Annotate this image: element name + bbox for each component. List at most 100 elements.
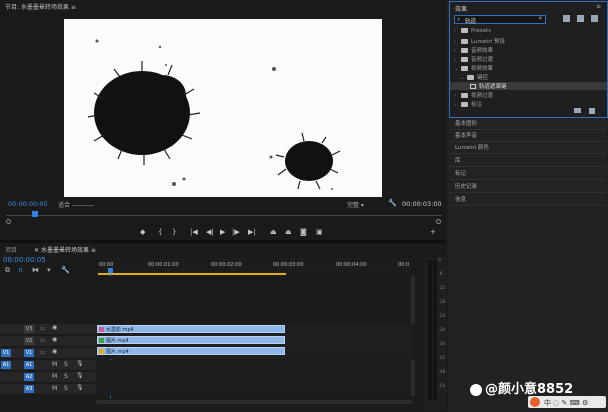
mute-button[interactable]: M — [52, 373, 57, 380]
solo-button[interactable]: S — [64, 385, 68, 392]
mute-button[interactable]: M — [52, 361, 57, 368]
linked-selection-icon[interactable]: ⧓ — [32, 266, 39, 274]
add-marker-icon[interactable]: ◆ — [140, 228, 145, 236]
audio-tracks-scrollbar[interactable] — [411, 360, 415, 396]
yuv-effects-icon[interactable] — [591, 15, 598, 22]
zoom-handle-left[interactable] — [6, 219, 11, 224]
sync-lock-icon[interactable]: ▭ — [40, 325, 46, 332]
lift-icon[interactable]: ⏏ — [270, 228, 277, 236]
mark-out-icon[interactable]: } — [172, 228, 176, 236]
track-label-a1[interactable]: A1 — [24, 361, 34, 369]
mic-icon[interactable]: 🎙 — [76, 372, 84, 379]
mark-in-icon[interactable]: { — [158, 228, 162, 236]
nest-icon[interactable]: ⧉ — [5, 266, 10, 275]
panel-menu-icon[interactable]: ≡ — [596, 3, 601, 10]
go-to-in-icon[interactable]: |◀ — [190, 228, 198, 236]
tree-item-presets[interactable]: › Presets — [450, 28, 607, 36]
clip-v2[interactable]: 图片.mp4 — [97, 336, 285, 344]
tree-item-video-effects[interactable]: ⌄ 视频效果 — [450, 64, 607, 72]
sync-lock-icon[interactable]: ▭ — [40, 349, 46, 356]
panel-libraries[interactable]: 库 — [449, 156, 606, 167]
track-header-v1[interactable]: V1 V1 ▭ ◉ — [0, 348, 96, 359]
track-label-a3[interactable]: A3 — [24, 385, 34, 393]
go-to-out-icon[interactable]: ▶| — [248, 228, 256, 236]
tree-item-track-matte-key[interactable]: 轨道遮罩键 — [450, 82, 607, 90]
monitor-playhead-timecode[interactable]: 00:00:00:05 — [8, 200, 48, 208]
track-header-a2[interactable]: A2 M S 🎙 — [0, 372, 96, 383]
clip-v3[interactable]: 水墨影.mp4 — [97, 325, 285, 333]
track-label-v1[interactable]: V1 — [24, 349, 34, 357]
solo-button[interactable]: S — [64, 361, 68, 368]
video-tracks-scrollbar[interactable] — [411, 276, 415, 324]
clear-search-icon[interactable]: ✕ — [538, 16, 543, 22]
timeline-settings-icon[interactable]: 🔧 — [61, 266, 70, 274]
panel-markers[interactable]: 标记 — [449, 169, 606, 180]
compare-icon[interactable]: ▣ — [316, 228, 323, 236]
tree-item-audio-effects[interactable]: › 音频效果 — [450, 46, 607, 54]
sync-lock-icon[interactable]: ▭ — [40, 337, 46, 344]
timeline-horizontal-scrollbar[interactable] — [96, 400, 412, 404]
panel-lumetri-color[interactable]: Lumetri 颜色 — [449, 143, 606, 154]
extract-icon[interactable]: ⏏ — [285, 228, 292, 236]
camera-icon[interactable]: ◙ — [300, 228, 307, 236]
mic-icon[interactable]: 🎙 — [76, 384, 84, 391]
play-icon[interactable]: ▶ — [220, 228, 225, 236]
panel-essential-graphics[interactable]: 基本图形 — [449, 119, 606, 130]
tab-project[interactable]: 项目 — [5, 245, 17, 254]
work-area-bar[interactable] — [98, 273, 286, 275]
tree-item-video-transitions[interactable]: › 视频过渡 — [450, 91, 607, 99]
32bit-effects-icon[interactable] — [577, 15, 584, 22]
track-label-v3[interactable]: V3 — [24, 325, 34, 333]
wrench-icon[interactable]: 🔧 — [388, 199, 397, 207]
track-header-v2[interactable]: V2 ▭ ◉ — [0, 336, 96, 347]
fit-dropdown[interactable]: 适合 — [58, 200, 94, 209]
clip-v1[interactable]: 图片.mp4 — [97, 347, 285, 355]
ruler-label-4: 00:00:04:00 — [336, 262, 367, 268]
solo-button[interactable]: S — [64, 373, 68, 380]
add-button-icon[interactable]: + — [430, 228, 436, 236]
step-back-icon[interactable]: ◀| — [206, 228, 214, 236]
eye-icon[interactable]: ◉ — [52, 324, 57, 331]
snap-icon[interactable]: ∩ — [18, 266, 23, 274]
add-marker-timeline-icon[interactable]: ▾ — [47, 266, 51, 274]
delete-icon[interactable] — [589, 108, 595, 114]
monitor-playhead[interactable] — [32, 211, 38, 217]
close-icon[interactable]: ✕ — [34, 247, 41, 254]
panel-history[interactable]: 历史记录 — [449, 182, 606, 193]
audio-track-lanes[interactable] — [96, 360, 412, 396]
track-header-a3[interactable]: A3 M S 🎙 — [0, 384, 96, 395]
mic-icon[interactable]: 🎙 — [76, 360, 84, 367]
monitor-scrubber-track[interactable] — [6, 215, 442, 216]
timeline-timecode[interactable]: 00:00:00:05 — [3, 256, 46, 264]
quality-dropdown-value: 完整 — [347, 202, 360, 209]
track-header-v3[interactable]: V3 ▭ ◉ — [0, 324, 96, 335]
tab-sequence[interactable]: ✕ 水墨墨晕转场效果 ≡ — [34, 245, 96, 254]
source-patch-a1[interactable]: A1 — [1, 361, 11, 369]
quality-dropdown[interactable]: 完整 ▾ — [347, 200, 364, 209]
step-forward-icon[interactable]: |▶ — [232, 228, 240, 236]
tree-item-lumetri-presets[interactable]: › Lumetri 预设 — [450, 37, 607, 45]
zoom-handle-right[interactable] — [436, 219, 441, 224]
panel-info[interactable]: 信息 — [449, 195, 606, 206]
tree-item-label: 视频效果 — [471, 66, 494, 72]
video-preview[interactable] — [64, 19, 382, 197]
ime-toolbar[interactable]: 中 ◌ ✎ ⌨ ⚙ — [528, 396, 606, 408]
track-label-v2[interactable]: V2 — [24, 337, 34, 345]
program-monitor-title[interactable]: 节目: 水墨墨晕转场效果 ≡ — [5, 2, 76, 11]
caret-down-icon: ⌄ — [454, 66, 459, 72]
effects-search-input[interactable]: ⌕ 轨道 ✕ — [454, 15, 546, 25]
mute-button[interactable]: M — [52, 385, 57, 392]
track-label-a2[interactable]: A2 — [24, 373, 34, 381]
eye-icon[interactable]: ◉ — [52, 336, 57, 343]
effects-panel-title[interactable]: 效果 — [455, 4, 467, 13]
source-patch-v1[interactable]: V1 — [1, 349, 11, 357]
empty-track-area[interactable] — [96, 276, 412, 324]
new-bin-icon[interactable] — [574, 108, 581, 113]
panel-essential-sound[interactable]: 基本声音 — [449, 131, 606, 142]
tree-item-captions[interactable]: › 标注 — [450, 100, 607, 108]
accelerated-effects-icon[interactable] — [563, 15, 570, 22]
eye-icon[interactable]: ◉ — [52, 348, 57, 355]
track-header-a1[interactable]: A1 A1 M S 🎙 — [0, 360, 96, 371]
tree-item-audio-transitions[interactable]: › 音频过渡 — [450, 55, 607, 63]
tree-item-keying[interactable]: ⌄ 键控 — [450, 73, 607, 81]
